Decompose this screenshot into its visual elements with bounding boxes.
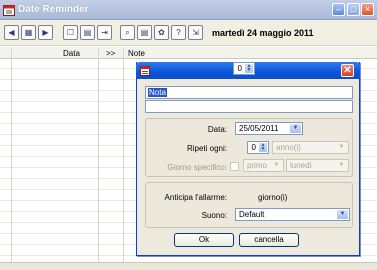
repeat-label: Ripeti ogni: [186, 144, 227, 153]
grid-column-line [123, 47, 124, 262]
chevron-down-icon[interactable]: ▼ [336, 143, 347, 152]
arrow-left-icon[interactable]: ◀ [4, 25, 19, 40]
status-bar [0, 262, 377, 270]
grid-header: Data >> Note [0, 47, 377, 59]
repeat-count-value: 0 [251, 143, 256, 152]
arrow-right-icon[interactable]: ▶ [38, 25, 53, 40]
specific-ordinal-select[interactable]: primo ▼ [243, 159, 284, 172]
column-header-sep[interactable]: >> [106, 49, 115, 58]
note-body-field[interactable] [145, 100, 353, 113]
window-title: Date Reminder [18, 4, 89, 15]
specific-day-label: Giorno specifico: [167, 163, 227, 172]
gear-icon[interactable]: ✿ [154, 25, 169, 40]
alarm-advance-label: Anticipa l'allarme: [164, 193, 227, 202]
note-title-value: Nota [148, 88, 167, 97]
chevron-down-icon[interactable]: ▼ [290, 124, 301, 133]
exit-icon[interactable]: ⇲ [188, 25, 203, 40]
list-icon[interactable]: ▤ [137, 25, 152, 40]
calendar-icon [140, 66, 150, 76]
help-icon[interactable]: ? [171, 25, 186, 40]
alarm-panel [145, 182, 353, 228]
chevron-down-icon[interactable]: ▼ [337, 210, 348, 219]
current-date: martedì 24 maggio 2011 [212, 28, 314, 38]
maximize-icon[interactable]: □ [347, 3, 360, 16]
toolbar: ◀ ▦ ▶ ☐ ▤ ⇥ ⌕ ▤ ✿ ? ⇲ martedì 24 maggio … [0, 20, 377, 46]
specific-ordinal-value: primo [247, 161, 268, 170]
main-title-bar: Date Reminder – □ × [0, 0, 377, 20]
column-header-note[interactable]: Note [128, 49, 145, 58]
document-icon[interactable]: ▤ [80, 25, 95, 40]
chevron-down-icon[interactable]: ▼ [336, 161, 347, 170]
date-label: Data: [207, 125, 227, 134]
calendar-grid-icon[interactable]: ▦ [21, 25, 36, 40]
cancel-button[interactable]: cancella [239, 233, 299, 247]
note-title-field[interactable]: Nota [145, 86, 353, 99]
new-document-icon[interactable]: ☐ [63, 25, 78, 40]
magnifier-icon[interactable]: ⌕ [120, 25, 135, 40]
date-value: 25/05/2011 [239, 124, 279, 133]
sound-label: Suono: [201, 211, 227, 220]
repeat-unit-value: anno(i) [276, 143, 301, 152]
calendar-icon [3, 5, 15, 16]
specific-weekday-value: lunedì [290, 161, 312, 170]
close-icon[interactable]: ✕ [341, 64, 354, 77]
sound-value: Default [239, 210, 265, 219]
column-header-data[interactable]: Data [63, 49, 80, 58]
specific-weekday-select[interactable]: lunedì ▼ [286, 159, 349, 172]
grid-column-line [98, 47, 99, 262]
sound-select[interactable]: Default ▼ [235, 208, 350, 221]
repeat-unit-select[interactable]: anno(i) ▼ [272, 141, 349, 154]
alarm-count-stepper[interactable]: 0 ▲ ▼ [233, 62, 255, 75]
ok-button[interactable]: Ok [174, 233, 234, 247]
export-icon[interactable]: ⇥ [97, 25, 112, 40]
repeat-count-stepper[interactable]: 0 ▲ ▼ [247, 141, 269, 154]
minimize-icon[interactable]: – [332, 3, 345, 16]
close-icon[interactable]: × [361, 3, 374, 16]
spinner-arrows-icon[interactable]: ▲ ▼ [245, 64, 253, 73]
note-dialog: ✕ Nota Data: 25/05/2011 ▼ Ripeti ogni: 0… [136, 62, 360, 256]
grid-column-line [11, 47, 12, 262]
spinner-arrows-icon[interactable]: ▲ ▼ [259, 143, 267, 152]
date-picker[interactable]: 25/05/2011 ▼ [235, 122, 303, 135]
alarm-count-value: 0 [237, 64, 242, 73]
alarm-unit-label: giorno(i) [258, 193, 288, 202]
specific-day-checkbox[interactable] [230, 162, 239, 171]
chevron-down-icon[interactable]: ▼ [271, 161, 282, 170]
